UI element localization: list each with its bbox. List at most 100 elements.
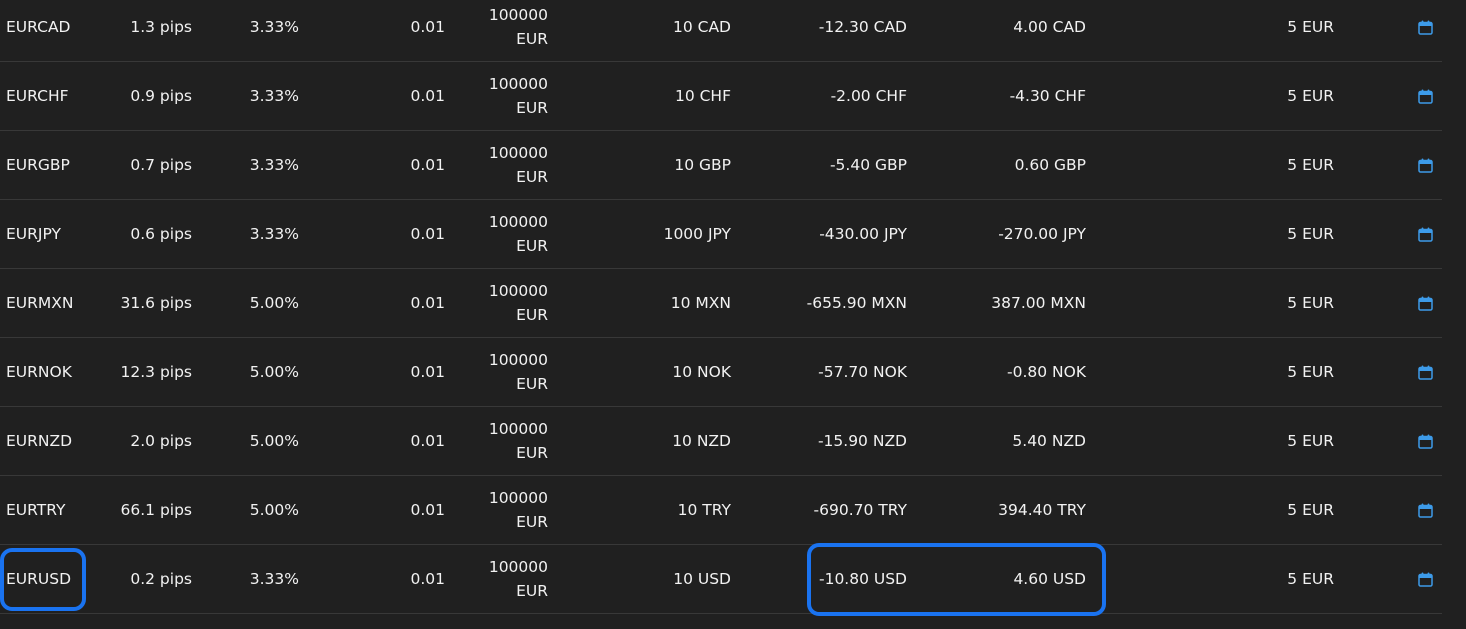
- table-row: EURNZD 2.0 pips 5.00% 0.01 100000 EUR 10 …: [0, 407, 1442, 476]
- commission-cell: 5 EUR: [1287, 156, 1334, 174]
- instrument-table: EURCAD 1.3 pips 3.33% 0.01 100000 EUR 10 …: [0, 0, 1442, 614]
- commission-cell: 5 EUR: [1287, 363, 1334, 381]
- swap-short-cell: 4.00 CAD: [1013, 18, 1086, 36]
- swap-long-cell: -10.80 USD: [818, 570, 907, 588]
- spread-cell: 31.6 pips: [120, 294, 193, 312]
- margin-cell: 3.33%: [249, 18, 299, 36]
- contract-size-cell: 100000 EUR: [489, 338, 548, 406]
- pip-value-cell: 10 NOK: [672, 363, 731, 381]
- contract-size-cell: 100000 EUR: [489, 131, 548, 199]
- symbol-cell: EURJPY: [6, 225, 61, 243]
- commission-cell: 5 EUR: [1287, 225, 1334, 243]
- min-lot-cell: 0.01: [410, 570, 445, 588]
- min-lot-cell: 0.01: [410, 432, 445, 450]
- swap-long-cell: -15.90 NZD: [817, 432, 907, 450]
- pip-value-cell: 10 CHF: [674, 87, 731, 105]
- pip-value-cell: 1000 JPY: [663, 225, 731, 243]
- symbol-cell: EURTRY: [6, 501, 66, 519]
- commission-cell: 5 EUR: [1287, 501, 1334, 519]
- swap-short-cell: -0.80 NOK: [1007, 363, 1086, 381]
- spread-cell: 12.3 pips: [120, 363, 193, 381]
- swap-long-cell: -430.00 JPY: [819, 225, 907, 243]
- symbol-cell: EURMXN: [6, 294, 74, 312]
- margin-cell: 5.00%: [249, 501, 299, 519]
- swap-short-cell: 394.40 TRY: [998, 501, 1086, 519]
- pip-value-cell: 10 CAD: [672, 18, 731, 36]
- calendar-icon[interactable]: [1416, 407, 1434, 475]
- swap-long-cell: -655.90 MXN: [806, 294, 907, 312]
- symbol-cell: EURNOK: [6, 363, 72, 381]
- swap-short-cell: -4.30 CHF: [1009, 87, 1086, 105]
- contract-size-cell: 100000 EUR: [489, 407, 548, 475]
- contract-size-value: 100000: [488, 351, 548, 369]
- contract-size-value: 100000: [488, 420, 548, 438]
- pip-value-cell: 10 NZD: [672, 432, 731, 450]
- table-row: EURUSD 0.2 pips 3.33% 0.01 100000 EUR 10 …: [0, 545, 1442, 614]
- contract-size-value: 100000: [488, 6, 548, 24]
- symbol-cell: EURNZD: [6, 432, 73, 450]
- calendar-icon[interactable]: [1416, 0, 1434, 61]
- contract-size-value: 100000: [488, 144, 548, 162]
- symbol-cell: EURUSD: [6, 570, 72, 588]
- contract-size-value: 100000: [488, 75, 548, 93]
- contract-size-unit: EUR: [516, 99, 548, 117]
- swap-short-cell: -270.00 JPY: [998, 225, 1086, 243]
- pip-value-cell: 10 TRY: [677, 501, 731, 519]
- spread-cell: 0.9 pips: [130, 87, 192, 105]
- symbol-cell: EURCHF: [6, 87, 69, 105]
- contract-size-value: 100000: [488, 213, 548, 231]
- margin-cell: 3.33%: [249, 156, 299, 174]
- contract-size-cell: 100000 EUR: [489, 62, 548, 130]
- table-row: EURCAD 1.3 pips 3.33% 0.01 100000 EUR 10 …: [0, 0, 1442, 62]
- calendar-icon[interactable]: [1416, 338, 1434, 406]
- min-lot-cell: 0.01: [410, 87, 445, 105]
- symbol-cell: EURGBP: [6, 156, 70, 174]
- margin-cell: 3.33%: [249, 570, 299, 588]
- spread-cell: 0.2 pips: [130, 570, 192, 588]
- swap-short-cell: 4.60 USD: [1013, 570, 1086, 588]
- swap-long-cell: -2.00 CHF: [830, 87, 907, 105]
- contract-size-unit: EUR: [516, 237, 548, 255]
- contract-size-value: 100000: [488, 489, 548, 507]
- contract-size-cell: 100000 EUR: [489, 269, 548, 337]
- calendar-icon[interactable]: [1416, 545, 1434, 613]
- swap-long-cell: -12.30 CAD: [818, 18, 907, 36]
- commission-cell: 5 EUR: [1287, 18, 1334, 36]
- contract-size-cell: 100000 EUR: [489, 200, 548, 268]
- contract-size-cell: 100000 EUR: [489, 545, 548, 613]
- calendar-icon[interactable]: [1416, 200, 1434, 268]
- margin-cell: 5.00%: [249, 294, 299, 312]
- spread-cell: 0.6 pips: [130, 225, 192, 243]
- commission-cell: 5 EUR: [1287, 570, 1334, 588]
- swap-long-cell: -690.70 TRY: [813, 501, 907, 519]
- swap-short-cell: 387.00 MXN: [991, 294, 1086, 312]
- margin-cell: 3.33%: [249, 87, 299, 105]
- table-row: EURJPY 0.6 pips 3.33% 0.01 100000 EUR 100…: [0, 200, 1442, 269]
- min-lot-cell: 0.01: [410, 18, 445, 36]
- commission-cell: 5 EUR: [1287, 294, 1334, 312]
- margin-cell: 3.33%: [249, 225, 299, 243]
- swap-long-cell: -5.40 GBP: [829, 156, 907, 174]
- calendar-icon[interactable]: [1416, 62, 1434, 130]
- commission-cell: 5 EUR: [1287, 432, 1334, 450]
- min-lot-cell: 0.01: [410, 501, 445, 519]
- contract-size-value: 100000: [488, 282, 548, 300]
- margin-cell: 5.00%: [249, 363, 299, 381]
- contract-size-unit: EUR: [516, 168, 548, 186]
- calendar-icon[interactable]: [1416, 131, 1434, 199]
- contract-size-unit: EUR: [516, 513, 548, 531]
- calendar-icon[interactable]: [1416, 476, 1434, 544]
- table-row: EURGBP 0.7 pips 3.33% 0.01 100000 EUR 10 …: [0, 131, 1442, 200]
- spread-cell: 0.7 pips: [130, 156, 192, 174]
- spread-cell: 66.1 pips: [120, 501, 193, 519]
- swap-short-cell: 0.60 GBP: [1014, 156, 1086, 174]
- contract-size-cell: 100000 EUR: [489, 476, 548, 544]
- commission-cell: 5 EUR: [1287, 87, 1334, 105]
- swap-long-cell: -57.70 NOK: [818, 363, 907, 381]
- calendar-icon[interactable]: [1416, 269, 1434, 337]
- table-row: EURTRY 66.1 pips 5.00% 0.01 100000 EUR 10…: [0, 476, 1442, 545]
- table-row: EURCHF 0.9 pips 3.33% 0.01 100000 EUR 10 …: [0, 62, 1442, 131]
- spread-cell: 1.3 pips: [130, 18, 192, 36]
- contract-size-unit: EUR: [516, 375, 548, 393]
- symbol-cell: EURCAD: [6, 18, 71, 36]
